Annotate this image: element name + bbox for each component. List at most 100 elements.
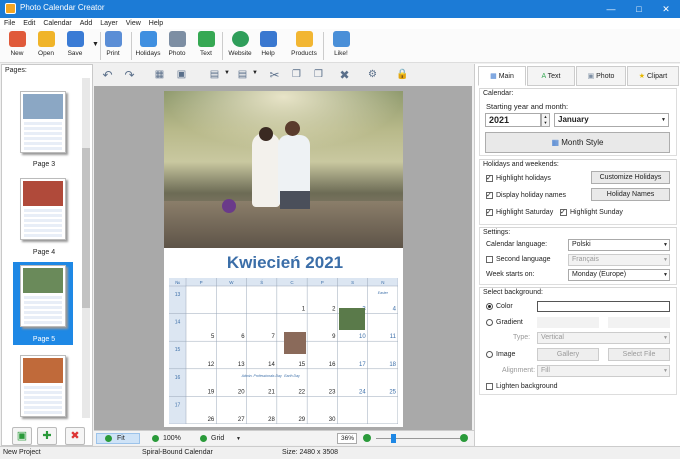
calendar-grid[interactable]: №PWŚCPSN13123414567891011151213141516171… <box>169 278 398 424</box>
menu-view[interactable]: View <box>122 18 145 29</box>
page-thumbnail[interactable] <box>20 178 66 240</box>
fit-button[interactable]: Fit <box>96 433 140 444</box>
redo-icon[interactable]: ↷ <box>121 67 138 83</box>
page-thumbnail[interactable] <box>20 355 66 417</box>
month-style-button[interactable]: ▦ Month Style <box>485 132 670 153</box>
highlight-sunday-checkbox[interactable] <box>560 209 567 216</box>
year-input[interactable]: 2021 <box>485 113 541 127</box>
day-number[interactable]: 20 <box>238 389 245 395</box>
page-thumbnail-selected[interactable] <box>20 265 66 327</box>
text-button[interactable]: Text <box>190 31 222 62</box>
display-names-checkbox[interactable] <box>486 192 493 199</box>
month-dropdown-icon[interactable]: ▼ <box>661 117 666 123</box>
day-number[interactable]: 27 <box>238 417 245 423</box>
layer-dropdown-icon[interactable]: ▼ <box>252 70 258 76</box>
gradient-radio[interactable] <box>486 319 493 326</box>
zoom-slider-thumb[interactable] <box>391 434 396 443</box>
frame-icon[interactable]: ▣ <box>173 67 190 83</box>
week-starts-dropdown-icon[interactable]: ▼ <box>663 272 668 278</box>
holidays-button[interactable]: Holidays <box>132 31 164 62</box>
cut-icon[interactable]: ✂ <box>266 67 283 83</box>
help-button[interactable]: Help <box>252 31 284 62</box>
maximize-icon[interactable]: □ <box>628 2 650 16</box>
second-language-select[interactable]: Français <box>568 254 670 266</box>
gradient-type-select[interactable]: Vertical <box>537 332 670 344</box>
menu-calendar[interactable]: Calendar <box>39 18 75 29</box>
select-file-button[interactable]: Select File <box>608 348 670 361</box>
undo-icon[interactable]: ↶ <box>99 67 116 83</box>
week-starts-select[interactable]: Monday (Europe) <box>568 269 670 281</box>
calendar-language-select[interactable]: Polski <box>568 239 670 251</box>
grid-photo-couple[interactable] <box>284 332 306 354</box>
properties-icon[interactable]: ⚙ <box>364 67 381 83</box>
day-number[interactable]: 14 <box>268 362 275 368</box>
zoom-out-icon[interactable] <box>363 434 371 442</box>
year-spinner[interactable]: ▲ ▼ <box>541 113 550 127</box>
color-radio[interactable] <box>486 303 493 310</box>
tab-main[interactable]: ▦ Main <box>478 66 526 86</box>
menu-layer[interactable]: Layer <box>96 18 122 29</box>
page-thumbnail[interactable] <box>20 91 66 153</box>
color-swatch[interactable] <box>537 301 670 312</box>
gallery-button[interactable]: Gallery <box>537 348 599 361</box>
day-number[interactable]: 22 <box>298 389 305 395</box>
highlight-holidays-checkbox[interactable] <box>486 175 493 182</box>
grid-photo-kiss[interactable] <box>339 308 365 330</box>
day-number[interactable]: 26 <box>208 417 215 423</box>
day-number[interactable]: 29 <box>298 417 305 423</box>
copy-icon[interactable]: ❐ <box>288 67 305 83</box>
day-number[interactable]: 18 <box>389 362 396 368</box>
day-number[interactable]: 11 <box>390 334 397 340</box>
tab-photo[interactable]: ▣ Photo <box>576 66 626 86</box>
minimize-icon[interactable]: — <box>600 2 622 16</box>
zoom-100-button[interactable]: 100% <box>150 433 190 444</box>
delete-page-button[interactable]: ✖ <box>65 427 85 445</box>
day-number[interactable]: 30 <box>329 417 336 423</box>
holiday-names-button[interactable]: Holiday Names <box>591 188 670 201</box>
align-icon[interactable]: ▤ <box>206 67 223 83</box>
day-number[interactable]: 28 <box>268 417 275 423</box>
grid-button[interactable]: Grid ▼ <box>198 433 248 444</box>
close-icon[interactable]: ✕ <box>655 2 677 16</box>
second-language-checkbox[interactable] <box>486 256 493 263</box>
gradient-type-dropdown-icon[interactable]: ▼ <box>663 335 668 341</box>
day-number[interactable]: 24 <box>359 389 366 395</box>
calendar-heading[interactable]: Kwiecień 2021 <box>175 250 395 276</box>
products-button[interactable]: Products <box>286 31 322 62</box>
tab-text[interactable]: A Text <box>527 66 575 86</box>
calendar-language-dropdown-icon[interactable]: ▼ <box>663 242 668 248</box>
print-button[interactable]: Print <box>97 31 129 62</box>
like-button[interactable]: Like! <box>325 31 357 62</box>
month-select[interactable]: January <box>554 113 669 127</box>
day-number[interactable]: 19 <box>208 389 215 395</box>
alignment-dropdown-icon[interactable]: ▼ <box>663 368 668 374</box>
day-number[interactable]: 16 <box>329 362 336 368</box>
image-radio[interactable] <box>486 351 493 358</box>
gradient-color-1[interactable] <box>537 317 599 328</box>
day-number[interactable]: 15 <box>298 362 305 368</box>
tab-clipart[interactable]: ★ Clipart <box>627 66 679 86</box>
zoom-slider[interactable] <box>376 438 460 439</box>
scrollbar-thumb[interactable] <box>82 148 90 308</box>
image-frame-icon[interactable]: ▦ <box>151 67 168 83</box>
save-button[interactable]: Save <box>59 31 91 62</box>
zoom-in-icon[interactable] <box>460 434 468 442</box>
second-language-dropdown-icon[interactable]: ▼ <box>663 257 668 263</box>
open-button[interactable]: Open <box>30 31 62 62</box>
menu-add[interactable]: Add <box>76 18 96 29</box>
add-page-button[interactable]: ▣ <box>12 427 32 445</box>
day-number[interactable]: 25 <box>389 389 396 395</box>
paste-icon[interactable]: ❒ <box>310 67 327 83</box>
align-dropdown-icon[interactable]: ▼ <box>224 70 230 76</box>
gradient-color-2[interactable] <box>608 317 670 328</box>
pages-scrollbar[interactable] <box>82 78 90 418</box>
lock-icon[interactable]: 🔒 <box>394 67 411 83</box>
lighten-background-checkbox[interactable] <box>486 383 493 390</box>
new-button[interactable]: New <box>1 31 33 62</box>
day-number[interactable]: 17 <box>359 362 366 368</box>
layer-order-icon[interactable]: ▤ <box>234 67 251 83</box>
day-number[interactable]: 12 <box>208 362 215 368</box>
day-number[interactable]: 23 <box>329 389 336 395</box>
day-number[interactable]: 13 <box>238 362 245 368</box>
main-photo[interactable] <box>164 91 403 248</box>
